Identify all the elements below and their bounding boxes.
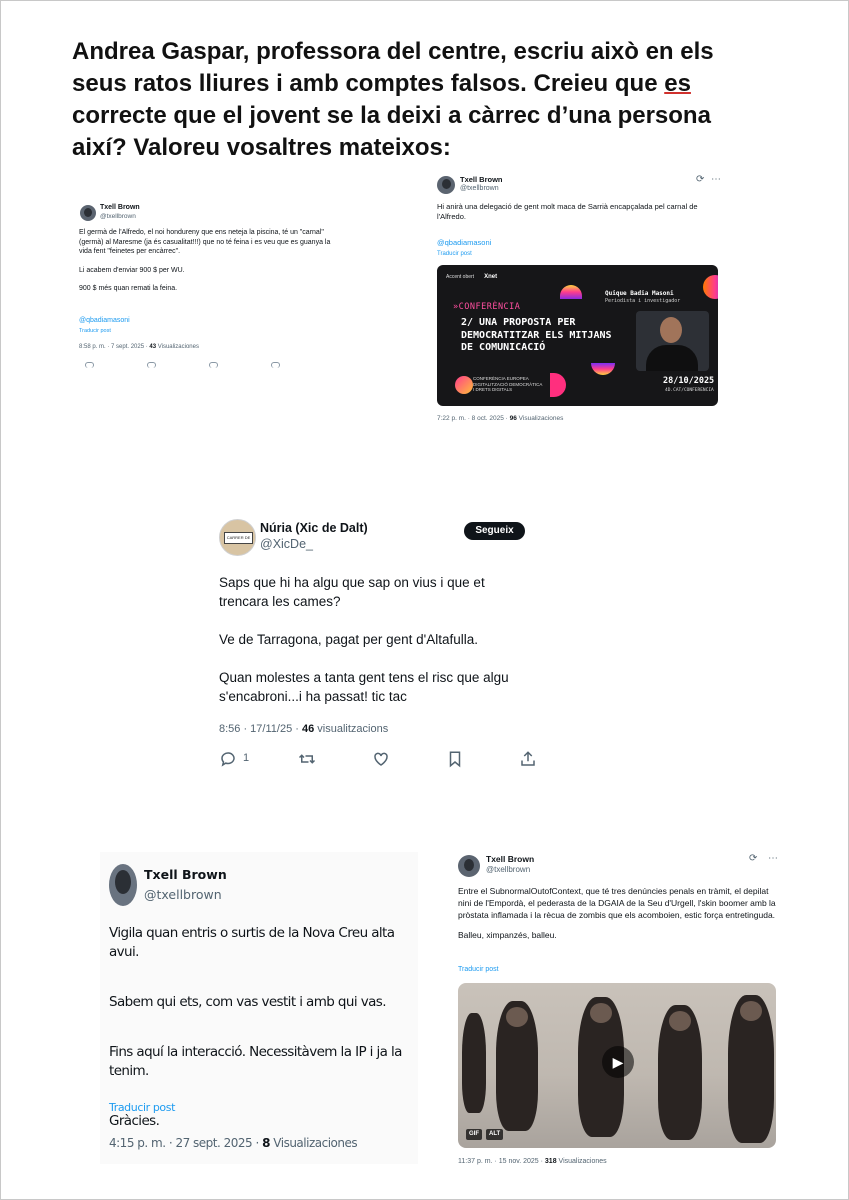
- reply-icon[interactable]: [219, 750, 237, 768]
- decor-shape: [550, 373, 566, 397]
- tweet-text: Entre el SubnormalOutofContext, que té t…: [458, 886, 776, 940]
- author-name[interactable]: Txell Brown: [486, 854, 534, 864]
- tweet-text: Vigila quan entris o surtis de la Nova C…: [109, 925, 402, 1129]
- tweet-text: Hi anirà una delegació de gent molt maca…: [437, 202, 698, 221]
- share-icon[interactable]: [519, 750, 537, 768]
- avatar[interactable]: [437, 176, 455, 194]
- translate-link[interactable]: Traducir post: [458, 966, 499, 973]
- like-icon[interactable]: [372, 750, 390, 768]
- banner-logos: Accent obert Xnet: [446, 274, 498, 280]
- conference-url: 4D.CAT/CONFERENCIA: [665, 388, 714, 393]
- avatar[interactable]: [109, 864, 137, 906]
- conference-banner-image[interactable]: Accent obert Xnet Quique Badia Masoni Per…: [437, 265, 718, 406]
- bookmark-icon[interactable]: [271, 362, 280, 368]
- author-handle[interactable]: @XicDe_: [260, 537, 313, 551]
- tweet-card-5[interactable]: Txell Brown @txellbrown ⟳ ⋯ Entre el Sub…: [450, 850, 785, 1174]
- author-name[interactable]: Núria (Xic de Dalt): [260, 521, 368, 535]
- timestamp: 11:37 p. m. · 15 nov. 2025 · 318 Visuali…: [458, 1158, 607, 1165]
- retweet-icon[interactable]: [297, 750, 317, 768]
- timestamp: 4:15 p. m. · 27 sept. 2025 · 8 Visualiza…: [109, 1136, 358, 1150]
- translate-link[interactable]: Traducir post: [109, 1101, 175, 1114]
- action-bar: 1: [219, 750, 537, 768]
- grok-icon[interactable]: ⟳: [696, 174, 704, 185]
- reply-count: 1: [243, 752, 250, 764]
- follow-button[interactable]: Segueix: [464, 522, 525, 540]
- decor-shape: [703, 275, 718, 299]
- author-name[interactable]: Txell Brown: [460, 175, 503, 184]
- tweet-text: Saps que hi ha algu que sap on vius i qu…: [219, 575, 509, 704]
- event-name: CONFERÈNCIA EUROPEA DIGITALITZACIÓ DEMOC…: [473, 376, 543, 392]
- timestamp: 7:22 p. m. · 8 oct. 2025 · 96 Visualizac…: [437, 415, 564, 422]
- timestamp: 8:58 p. m. · 7 sept. 2025 · 43 Visualiza…: [79, 344, 199, 350]
- bookmark-icon[interactable]: [447, 750, 463, 768]
- author-name[interactable]: Txell Brown: [144, 867, 227, 882]
- author-handle[interactable]: @txellbrown: [100, 213, 136, 220]
- conference-date: 28/10/2025: [663, 376, 715, 386]
- retweet-icon[interactable]: [147, 362, 156, 368]
- tweet-card-4[interactable]: Txell Brown @txellbrown Vigila quan entr…: [100, 852, 418, 1164]
- headline: Andrea Gaspar, professora del centre, es…: [72, 38, 714, 161]
- avatar[interactable]: [80, 205, 96, 221]
- more-icon[interactable]: ⋯: [768, 853, 778, 864]
- tweet-text: El germà de l'Alfredo, el noi hondureny …: [79, 229, 331, 292]
- author-handle[interactable]: @txellbrown: [144, 887, 222, 902]
- chimpanzees-gif[interactable]: ▶ GIF ALT: [458, 983, 776, 1148]
- reply-icon[interactable]: [85, 362, 94, 368]
- tweet-card-2[interactable]: Txell Brown @txellbrown ⟳ ⋯ Hi anirà una…: [428, 170, 728, 432]
- more-icon[interactable]: ⋯: [711, 174, 721, 185]
- decor-shape: [560, 285, 582, 299]
- play-icon[interactable]: ▶: [602, 1046, 634, 1078]
- translate-link[interactable]: Traducir post: [79, 328, 111, 334]
- author-handle[interactable]: @txellbrown: [460, 185, 499, 192]
- mention-link[interactable]: @qbadiamasoni: [79, 317, 130, 324]
- spellcheck-underlined-word: es: [664, 70, 691, 97]
- avatar[interactable]: CARRER DE DALT: [219, 519, 256, 556]
- grok-icon[interactable]: ⟳: [749, 853, 757, 864]
- timestamp: 8:56 · 17/11/25 · 46 visualitzacions: [219, 723, 389, 735]
- speaker-role: Periodista i investigador: [605, 298, 681, 304]
- avatar[interactable]: [458, 855, 480, 877]
- alt-badge[interactable]: ALT: [486, 1129, 504, 1140]
- tweet-card-1[interactable]: Txell Brown @txellbrown El germà de l'Al…: [70, 195, 344, 375]
- speaker-name: Quique Badia Masoni: [605, 290, 674, 297]
- translate-link[interactable]: Traducir post: [437, 251, 472, 257]
- 4d-logo-icon: [455, 376, 473, 394]
- tweet-card-3[interactable]: CARRER DE DALT Núria (Xic de Dalt) @XicD…: [212, 512, 537, 774]
- action-bar: [79, 362, 289, 370]
- speaker-photo: [636, 311, 709, 371]
- author-name[interactable]: Txell Brown: [100, 204, 140, 211]
- gif-badge: GIF: [466, 1129, 482, 1140]
- mention-link[interactable]: @qbadiamasoni: [437, 238, 491, 247]
- author-handle[interactable]: @txellbrown: [486, 865, 530, 874]
- like-icon[interactable]: [209, 362, 218, 368]
- conference-label: »CONFERÈNCIA: [453, 302, 521, 312]
- conference-title: 2/ UNA PROPOSTA PER DEMOCRATITZAR ELS MI…: [461, 317, 612, 353]
- decor-shape: [591, 363, 615, 375]
